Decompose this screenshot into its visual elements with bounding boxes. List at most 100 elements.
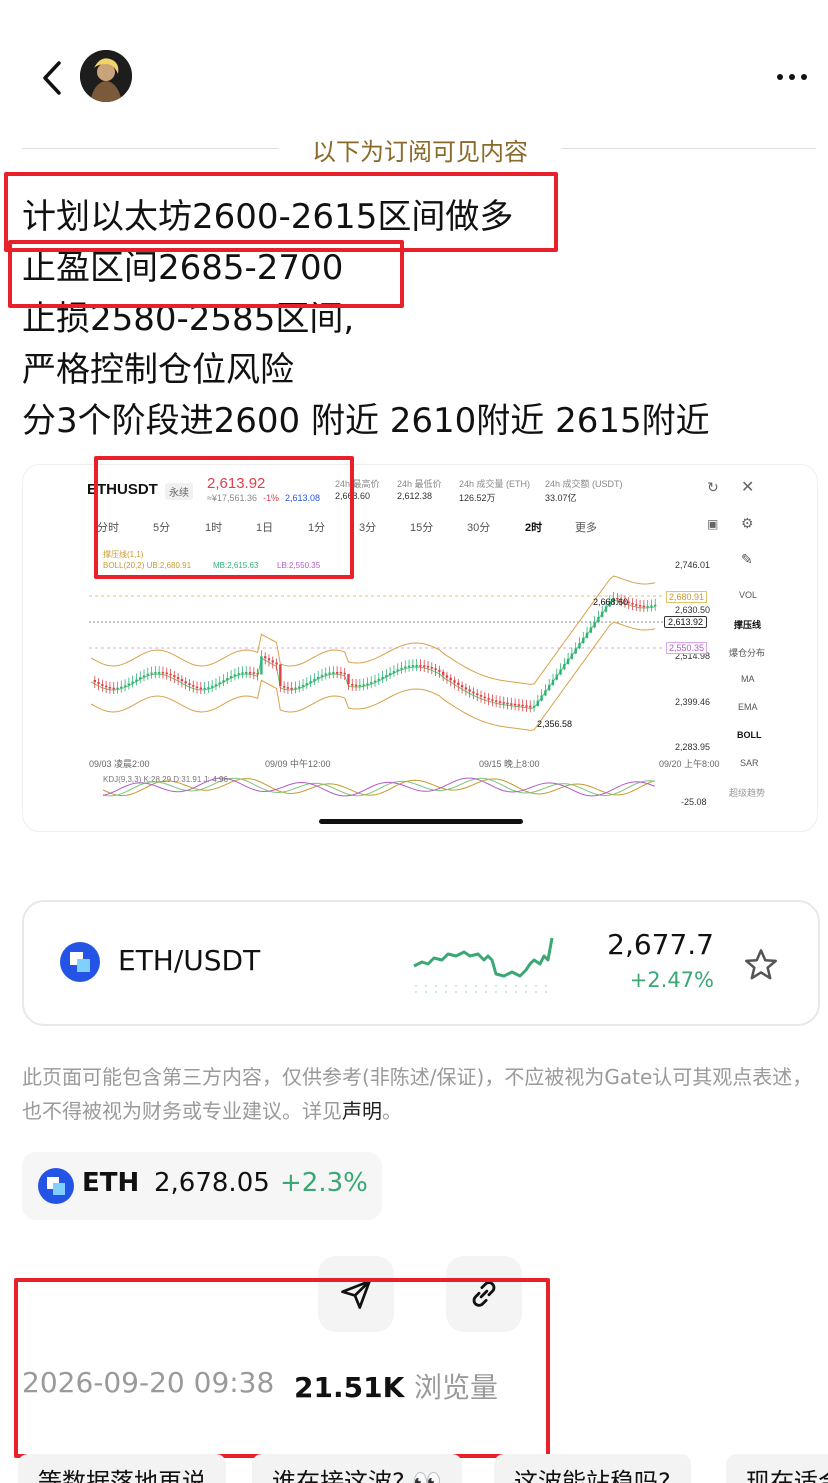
tool-item[interactable]: 爆仓分布 [729, 646, 765, 659]
topic-tag[interactable]: 这波能站稳吗? [494, 1454, 691, 1483]
topic-tag[interactable]: 现在适合 [726, 1454, 828, 1483]
more-dots-icon[interactable] [764, 62, 820, 92]
boll-upper-band [90, 575, 656, 685]
post-content: 计划以太坊2600-2615区间做多 止盈区间2685-2700 止损2580-… [22, 192, 812, 447]
candle-body [388, 673, 392, 676]
candle-body [457, 682, 460, 686]
candle-body [423, 665, 426, 667]
candle-body [256, 673, 259, 675]
market-price: 2,677.7 [607, 928, 714, 961]
market-change: +2.47% [629, 968, 714, 992]
candle-body [396, 669, 399, 672]
candle-body [400, 667, 403, 670]
tool-item[interactable]: SAR [740, 758, 759, 768]
topic-tag[interactable]: 等数据落地再说 [18, 1454, 226, 1483]
candle-body [585, 632, 589, 638]
topic-tag[interactable]: 谁在接这波? 👀 [252, 1454, 463, 1483]
candle-body [101, 684, 104, 686]
home-indicator [319, 819, 523, 824]
chart-screenshot[interactable]: ETHUSDT 永续 2,613.92 ≈¥17,561.36 -1% 2,61… [22, 464, 818, 832]
disclaimer: 此页面可能包含第三方内容，仅供参考(非陈述/保证)，不应被视为Gate认可其观点… [22, 1060, 818, 1128]
candle-body [199, 687, 203, 690]
price-tag-ub: 2,680.91 [666, 591, 708, 603]
candle-body [195, 686, 199, 689]
candle-body [498, 701, 502, 703]
candle-body [654, 604, 657, 607]
candle-body [502, 702, 505, 704]
candle-body [154, 672, 157, 674]
candle-body [601, 611, 604, 617]
x-tick: 09/09 中午12:00 [265, 759, 331, 769]
candle-body [184, 681, 187, 684]
candle-body [222, 680, 225, 683]
candle-body [248, 672, 252, 674]
avatar[interactable] [80, 50, 132, 102]
pencil-icon[interactable]: ✎ [741, 551, 753, 568]
tool-item[interactable]: VOL [739, 590, 757, 600]
candle-body [328, 672, 331, 675]
candle-body [139, 677, 142, 680]
candle-body [566, 658, 570, 665]
candle-body [332, 672, 335, 674]
tool-item[interactable]: BOLL [737, 730, 762, 740]
y-tick: 2,746.01 [675, 560, 711, 570]
candle-body [112, 687, 115, 690]
candle-body [290, 687, 293, 690]
candle-body [529, 705, 532, 708]
candle-body [320, 675, 324, 677]
share-button[interactable] [318, 1256, 394, 1332]
candle-body [650, 605, 653, 607]
disclaimer-text: 此页面可能包含第三方内容，仅供参考(非陈述/保证)，不应被视为Gate认可其观点… [22, 1065, 813, 1123]
post-line: 严格控制仓位风险 [22, 350, 294, 390]
market-pair: ETH/USDT [118, 944, 261, 977]
post-line: 分3个阶段进2600 附近 2610附近 2615附近 [22, 401, 710, 441]
high-label: 2,668.60 [593, 597, 629, 607]
candle-body [392, 671, 396, 674]
tool-item[interactable]: EMA [738, 702, 758, 712]
market-card[interactable]: ETH/USDT 2,677.7 +2.47% [22, 900, 820, 1026]
candle-body [532, 705, 536, 708]
back-button[interactable] [32, 56, 72, 100]
tool-item[interactable]: 超级趋势 [729, 786, 765, 799]
chevron-left-icon [43, 61, 61, 95]
subscription-label: 以下为订阅可见内容 [312, 138, 528, 166]
candle-body [347, 673, 350, 685]
candle-body [472, 691, 475, 694]
candle-body [525, 705, 528, 707]
tool-item[interactable]: 撑压线 [734, 618, 761, 631]
candle-body [597, 616, 600, 623]
candle-body [494, 700, 498, 702]
candle-body [506, 702, 509, 705]
candle-body [313, 678, 316, 682]
candle-body [635, 604, 638, 606]
candle-body [120, 686, 123, 689]
candle-body [638, 605, 642, 607]
token-chip[interactable]: ETH 2,678.05 +2.3% [22, 1152, 382, 1220]
candle-body [441, 671, 445, 676]
candle-body [127, 683, 131, 686]
disclaimer-link[interactable]: 声明 [342, 1099, 382, 1123]
candle-body [301, 684, 305, 687]
candle-body [468, 689, 471, 692]
candle-body [229, 676, 233, 679]
copy-link-button[interactable] [446, 1256, 522, 1332]
candle-body [370, 682, 373, 684]
candle-body [135, 679, 138, 682]
divider-right [562, 148, 816, 149]
y-tick: 2,283.95 [675, 742, 711, 752]
candle-body [377, 678, 380, 681]
candle-body [343, 672, 346, 675]
tool-item[interactable]: MA [741, 674, 755, 684]
kdj-tick: -25.08 [681, 797, 707, 807]
candle-body [536, 700, 540, 706]
boll-middle-band [90, 599, 656, 709]
candle-body [449, 677, 452, 681]
candle-body [176, 677, 180, 680]
star-outline-icon[interactable] [742, 946, 780, 984]
candle-body [559, 669, 562, 675]
chip-change: +2.3% [280, 1168, 368, 1198]
candle-body [631, 603, 634, 605]
candle-body [339, 672, 343, 674]
candle-body [445, 675, 449, 678]
y-tick: 2,630.50 [675, 605, 711, 615]
